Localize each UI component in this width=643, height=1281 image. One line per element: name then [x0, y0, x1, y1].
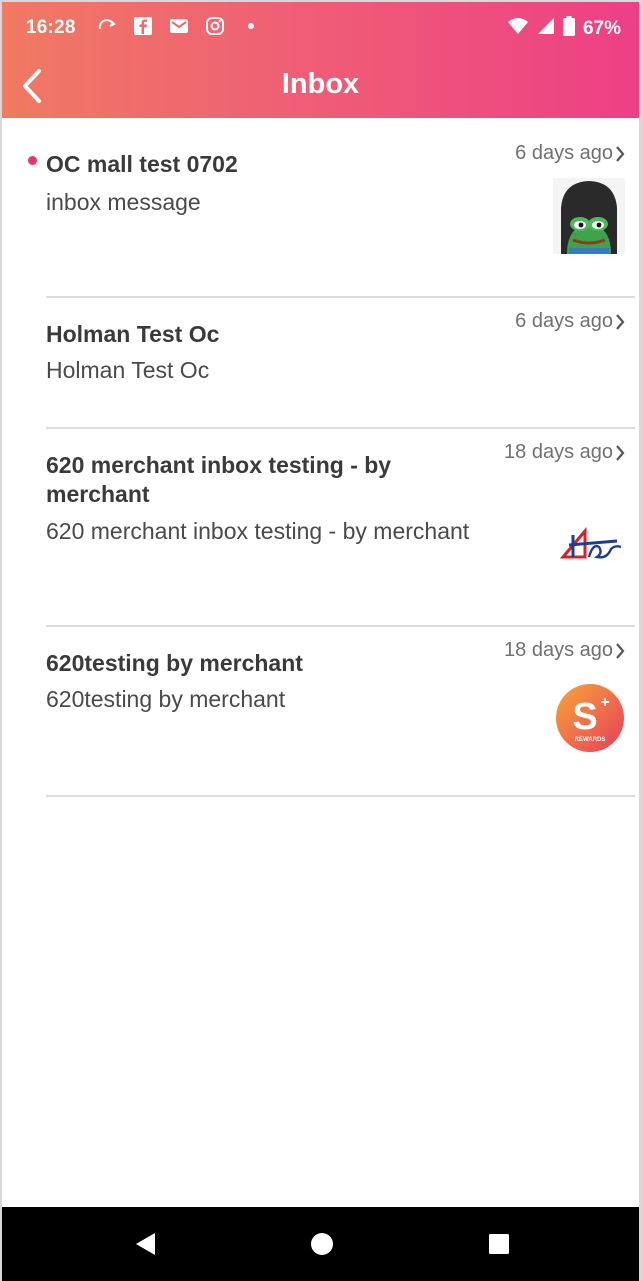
message-content: OC mall test 0702 inbox message 6 days a… — [46, 118, 625, 298]
status-bar: 16:28 67% — [2, 2, 639, 54]
navigation-bar: Inbox — [2, 54, 639, 118]
battery-icon — [562, 16, 575, 42]
message-title: Holman Test Oc — [46, 321, 220, 347]
svg-text:+: + — [600, 694, 609, 711]
message-body: inbox message — [46, 189, 201, 215]
message-item-620-merchant-inbox[interactable]: 620 merchant inbox testing - by merchant… — [2, 429, 639, 627]
rewards-label: REWARDS — [575, 737, 606, 743]
page-title: Inbox — [281, 68, 360, 100]
message-item-620testing[interactable]: 620testing by merchant 620testing by mer… — [2, 627, 639, 797]
message-item-oc-mall-test[interactable]: OC mall test 0702 inbox message 6 days a… — [2, 118, 639, 298]
home-circle-icon[interactable] — [307, 1229, 337, 1259]
battery-percent: 67% — [582, 18, 621, 39]
message-body: Holman Test Oc — [46, 357, 210, 383]
message-title: 620 merchant inbox testing - by merchant — [46, 452, 392, 507]
chevron-right-icon — [616, 314, 625, 330]
mail-icon — [168, 15, 190, 37]
merchant-logo-image — [559, 525, 625, 565]
chevron-right-icon — [616, 146, 625, 162]
message-body: 620 merchant inbox testing - by merchant — [46, 518, 470, 544]
status-time: 16:28 — [26, 17, 76, 38]
back-triangle-icon[interactable] — [130, 1229, 160, 1259]
message-item-holman-test[interactable]: Holman Test Oc Holman Test Oc 6 days ago — [2, 298, 639, 429]
svg-text:S: S — [572, 696, 597, 738]
inbox-list: OC mall test 0702 inbox message 6 days a… — [2, 118, 639, 797]
instagram-icon — [204, 15, 226, 37]
recents-square-icon[interactable] — [484, 1229, 514, 1259]
message-title: 620testing by merchant — [46, 650, 303, 676]
sync-icon — [96, 15, 118, 37]
chevron-right-icon — [616, 445, 625, 461]
frog-avatar-image — [553, 178, 625, 254]
unread-dot — [28, 156, 37, 165]
signal-icon — [537, 17, 555, 41]
divider — [46, 795, 635, 797]
app-frame: 16:28 67% Inbox OC mall test 0702 inbox … — [0, 0, 643, 1281]
message-content: 620testing by merchant 620testing by mer… — [46, 627, 625, 797]
facebook-icon — [132, 15, 154, 37]
message-time: 18 days ago — [504, 639, 613, 661]
notification-icons — [96, 15, 262, 37]
message-content: Holman Test Oc Holman Test Oc 6 days ago — [46, 298, 625, 429]
message-time: 6 days ago — [515, 310, 613, 332]
top-header: 16:28 67% Inbox — [2, 2, 639, 118]
system-navigation-bar — [2, 1207, 639, 1281]
message-time: 6 days ago — [515, 142, 613, 164]
message-title: OC mall test 0702 — [46, 151, 238, 177]
message-content: 620 merchant inbox testing - by merchant… — [46, 429, 625, 627]
message-body: 620testing by merchant — [46, 686, 286, 712]
dot-icon — [240, 15, 262, 37]
s-rewards-logo: S + REWARDS — [555, 683, 625, 753]
wifi-icon — [507, 17, 529, 41]
message-time: 18 days ago — [504, 441, 613, 463]
system-status-icons: 67% — [507, 16, 621, 42]
chevron-right-icon — [616, 643, 625, 659]
